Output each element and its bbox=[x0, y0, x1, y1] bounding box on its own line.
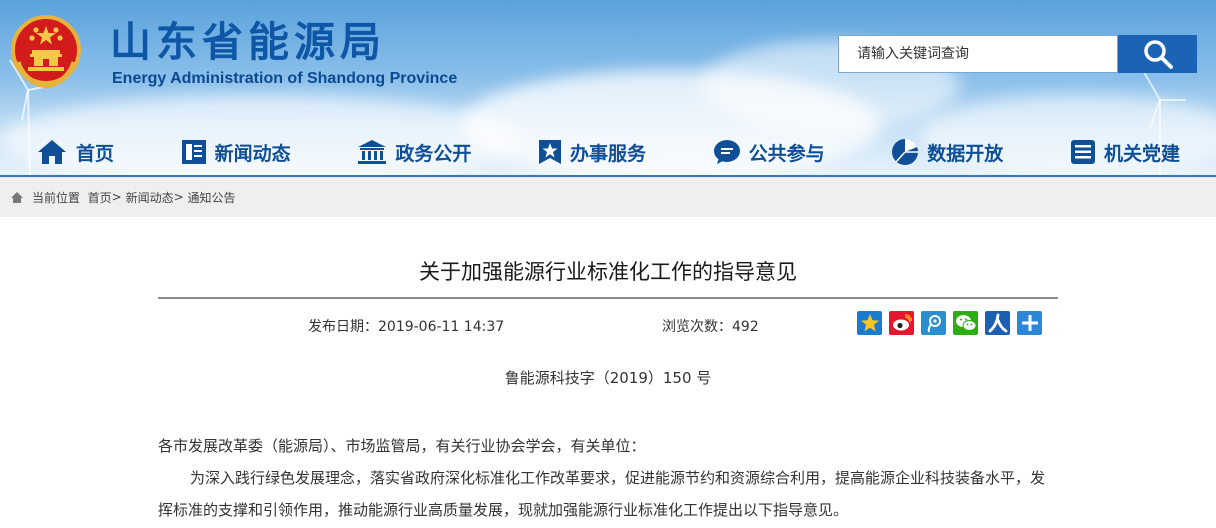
view-count-value: 492 bbox=[732, 319, 759, 335]
nav-item-label: 公共参与 bbox=[748, 142, 825, 165]
nav-item-home[interactable]: 首页 bbox=[36, 128, 114, 176]
share-renren-button[interactable] bbox=[985, 311, 1010, 335]
nav-item-public-participation[interactable]: 公共参与 bbox=[713, 128, 825, 176]
breadcrumb-separator: > bbox=[173, 190, 184, 204]
nav-item-label: 机关党建 bbox=[1103, 142, 1180, 165]
breadcrumb-current-label: 当前位置 bbox=[32, 190, 81, 205]
plus-icon bbox=[1021, 315, 1038, 331]
newspaper-icon bbox=[181, 140, 206, 164]
share-wechat-button[interactable] bbox=[953, 311, 978, 335]
article-body: 各市发展改革委（能源局）、市场监管局，有关行业协会学会，有关单位： 为深入践行绿… bbox=[158, 430, 1058, 526]
nav-item-label: 新闻动态 bbox=[214, 142, 291, 165]
breadcrumb-link-notices[interactable]: 通知公告 bbox=[187, 189, 235, 206]
nav-item-open-data[interactable]: 数据开放 bbox=[891, 128, 1003, 176]
article-paragraph: 为深入践行绿色发展理念，落实省政府深化标准化工作改革要求，促进能源节约和资源综合… bbox=[158, 469, 1046, 519]
share-more-button[interactable] bbox=[1017, 311, 1042, 335]
breadcrumb-separator: > bbox=[111, 190, 122, 204]
search-icon bbox=[1143, 40, 1173, 69]
chat-bubble-icon bbox=[713, 140, 740, 164]
national-emblem-logo bbox=[11, 15, 81, 89]
search-button[interactable] bbox=[1118, 35, 1197, 73]
share-qzone-button[interactable] bbox=[857, 311, 882, 335]
share-tencent-weibo-button[interactable] bbox=[921, 311, 946, 335]
view-count: 浏览次数：492 bbox=[662, 316, 759, 336]
article-title: 关于加强能源行业标准化工作的指导意见 bbox=[419, 260, 797, 284]
weibo-icon bbox=[892, 314, 912, 331]
main-nav: 首页 新闻动态 政务公开 办事服务 公共参与 数据开放 机关党建 bbox=[0, 128, 1216, 176]
tencent-weibo-icon bbox=[927, 315, 941, 333]
star-badge-icon bbox=[538, 140, 561, 164]
share-weibo-button[interactable] bbox=[889, 311, 914, 335]
view-count-label: 浏览次数： bbox=[662, 319, 732, 335]
location-home-icon bbox=[10, 191, 24, 204]
title-divider bbox=[158, 297, 1058, 299]
document-list-icon bbox=[1070, 140, 1095, 164]
breadcrumb-spacer bbox=[80, 190, 88, 204]
article-greeting: 各市发展改革委（能源局）、市场监管局，有关行业协会学会，有关单位： bbox=[158, 437, 646, 455]
nav-item-label: 数据开放 bbox=[927, 142, 1004, 165]
government-building-icon bbox=[358, 140, 387, 164]
share-bar bbox=[857, 311, 1042, 335]
nav-item-services[interactable]: 办事服务 bbox=[538, 128, 646, 176]
nav-item-label: 办事服务 bbox=[569, 142, 646, 165]
nav-item-party-building[interactable]: 机关党建 bbox=[1070, 128, 1180, 176]
nav-item-label: 政务公开 bbox=[395, 142, 472, 165]
pie-chart-icon bbox=[892, 139, 919, 165]
nav-item-government-affairs[interactable]: 政务公开 bbox=[357, 128, 471, 176]
nav-item-label: 首页 bbox=[76, 142, 115, 165]
qzone-star-icon bbox=[860, 314, 879, 332]
document-number: 鲁能源科技字（2019）150 号 bbox=[504, 369, 712, 387]
home-icon bbox=[38, 140, 66, 164]
publish-date-label: 发布日期： bbox=[308, 319, 378, 335]
search-input[interactable] bbox=[838, 35, 1118, 73]
breadcrumb: 当前位置 首页 > 新闻动态 > 通知公告 bbox=[0, 177, 1216, 217]
renren-icon bbox=[988, 313, 1007, 333]
wechat-icon bbox=[955, 315, 976, 331]
publish-date: 发布日期：2019-06-11 14:37 bbox=[308, 316, 504, 336]
site-subtitle: Energy Administration of Shandong Provin… bbox=[112, 70, 458, 87]
site-title: 山东省能源局 bbox=[110, 18, 386, 66]
breadcrumb-link-home[interactable]: 首页 bbox=[88, 189, 112, 206]
publish-date-value: 2019-06-11 14:37 bbox=[378, 319, 505, 335]
site-header: 山东省能源局 Energy Administration of Shandong… bbox=[0, 0, 1216, 177]
nav-item-news[interactable]: 新闻动态 bbox=[181, 128, 291, 176]
breadcrumb-link-news[interactable]: 新闻动态 bbox=[126, 189, 174, 206]
